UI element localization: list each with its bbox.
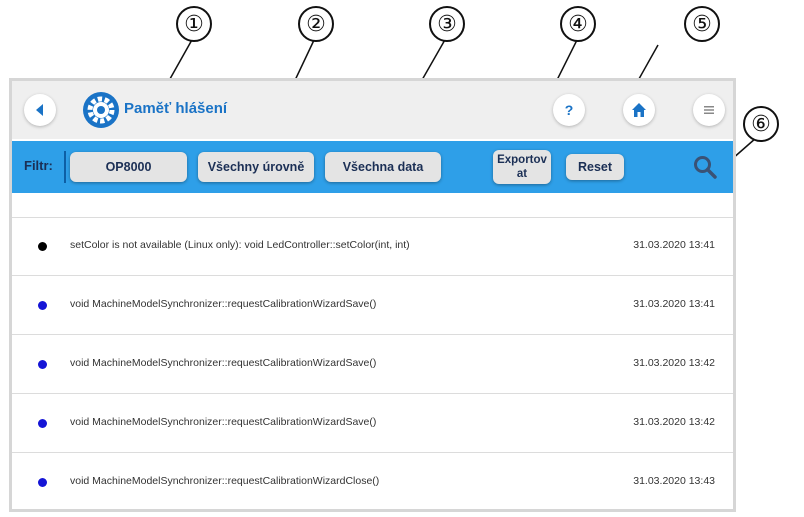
message-timestamp: 31.03.2020 13:42	[633, 416, 715, 428]
message-timestamp: 31.03.2020 13:42	[633, 357, 715, 369]
settings-logo	[82, 91, 120, 134]
message-text: void MachineModelSynchronizer::requestCa…	[70, 416, 377, 428]
page-title: Paměť hlášení	[124, 100, 228, 117]
help-button[interactable]: ?	[553, 94, 585, 126]
help-icon: ?	[564, 102, 574, 118]
list-item[interactable]: setColor is not available (Linux only): …	[12, 217, 733, 276]
list-item[interactable]: void MachineModelSynchronizer::requestCa…	[12, 394, 733, 453]
callout-4: ④	[560, 6, 596, 42]
menu-button[interactable]	[693, 94, 725, 126]
message-text: void MachineModelSynchronizer::requestCa…	[70, 357, 377, 369]
reset-button[interactable]: Reset	[566, 154, 624, 180]
export-button[interactable]: Exportovat	[493, 150, 551, 184]
search-button[interactable]	[692, 154, 718, 185]
callout-5: ⑤	[684, 6, 720, 42]
app-window: Paměť hlášení ? Filtr: OP8000 Všechny úr…	[9, 78, 736, 512]
list-item[interactable]: void MachineModelSynchronizer::requestCa…	[12, 335, 733, 394]
message-text: void MachineModelSynchronizer::requestCa…	[70, 298, 377, 310]
device-filter-button[interactable]: OP8000	[70, 152, 187, 182]
home-button[interactable]	[623, 94, 655, 126]
message-text: setColor is not available (Linux only): …	[70, 239, 410, 251]
level-filter-button[interactable]: Všechny úrovně	[198, 152, 314, 182]
level-dot-icon	[38, 419, 47, 428]
message-timestamp: 31.03.2020 13:41	[633, 239, 715, 251]
list-item[interactable]: void MachineModelSynchronizer::requestCa…	[12, 453, 733, 509]
level-dot-icon	[38, 360, 47, 369]
menu-icon	[704, 106, 714, 114]
date-filter-button[interactable]: Všechna data	[325, 152, 441, 182]
level-dot-icon	[38, 242, 47, 251]
callout-3: ③	[429, 6, 465, 42]
filter-label: Filtr:	[24, 158, 53, 173]
message-timestamp: 31.03.2020 13:43	[633, 475, 715, 487]
back-button[interactable]	[24, 94, 56, 126]
message-text: void MachineModelSynchronizer::requestCa…	[70, 475, 380, 487]
message-timestamp: 31.03.2020 13:41	[633, 298, 715, 310]
back-arrow-icon	[36, 104, 43, 116]
header-bar: Paměť hlášení ?	[12, 81, 733, 139]
filter-toolbar: Filtr: OP8000 Všechny úrovně Všechna dat…	[12, 141, 733, 193]
level-dot-icon	[38, 478, 47, 487]
list-spacer-row	[12, 193, 733, 218]
home-icon	[632, 103, 646, 117]
callout-1: ①	[176, 6, 212, 42]
callout-6: ⑥	[743, 106, 779, 142]
gear-icon	[83, 92, 119, 128]
toolbar-divider	[64, 151, 66, 183]
callout-2: ②	[298, 6, 334, 42]
level-dot-icon	[38, 301, 47, 310]
search-icon	[694, 156, 717, 179]
list-item[interactable]: void MachineModelSynchronizer::requestCa…	[12, 276, 733, 335]
